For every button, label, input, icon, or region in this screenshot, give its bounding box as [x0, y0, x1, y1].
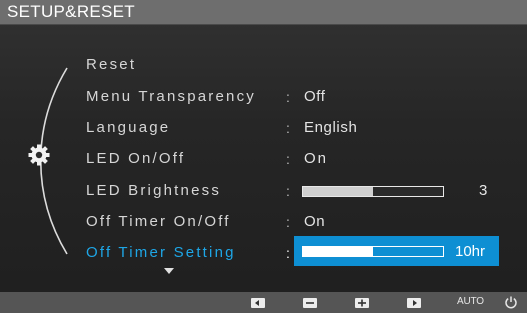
separator: : [286, 245, 290, 261]
control-bar: AUTO [0, 292, 527, 313]
off-timer-setting-fill [303, 247, 373, 256]
menu-item-menu-transparency[interactable]: Menu Transparency [86, 88, 256, 106]
separator: : [286, 151, 290, 167]
menu-item-language[interactable]: Language [86, 119, 170, 137]
minus-button[interactable] [303, 298, 317, 308]
right-arrow-icon [413, 300, 417, 306]
separator: : [286, 89, 290, 105]
gear-icon [28, 144, 50, 166]
menu-transparency-value: Off [304, 88, 326, 105]
left-arrow-button[interactable] [251, 298, 265, 308]
minus-icon [306, 302, 314, 304]
title-bar: SETUP&RESET [0, 0, 527, 24]
led-brightness-value: 3 [479, 182, 488, 199]
off-timer-setting-slider[interactable] [302, 246, 444, 257]
separator: : [286, 120, 290, 136]
led-on-off-value: On [304, 150, 329, 167]
off-timer-setting-value: 10hr [455, 243, 486, 260]
scroll-down-arrow-icon [164, 268, 174, 274]
menu-item-off-timer-on-off[interactable]: Off Timer On/Off [86, 213, 231, 231]
language-value: English [304, 119, 358, 136]
led-brightness-fill [303, 187, 373, 196]
separator: : [286, 214, 290, 230]
separator: : [286, 183, 290, 199]
divider [0, 24, 527, 25]
osd-screen: SETUP&RESET Reset Menu Transparency : Of… [0, 0, 527, 313]
menu-item-reset[interactable]: Reset [86, 56, 136, 74]
right-arrow-button[interactable] [407, 298, 421, 308]
auto-button[interactable]: AUTO [457, 296, 484, 307]
power-icon[interactable] [504, 295, 518, 309]
plus-button[interactable] [355, 298, 369, 308]
led-brightness-slider[interactable] [302, 186, 444, 197]
off-timer-on-off-value: On [304, 213, 326, 230]
left-arrow-icon [255, 300, 259, 306]
page-title: SETUP&RESET [7, 2, 135, 21]
menu-item-led-on-off[interactable]: LED On/Off [86, 150, 185, 168]
menu-item-off-timer-setting[interactable]: Off Timer Setting [86, 244, 236, 262]
plus-icon [358, 299, 366, 307]
menu-item-led-brightness[interactable]: LED Brightness [86, 182, 221, 200]
